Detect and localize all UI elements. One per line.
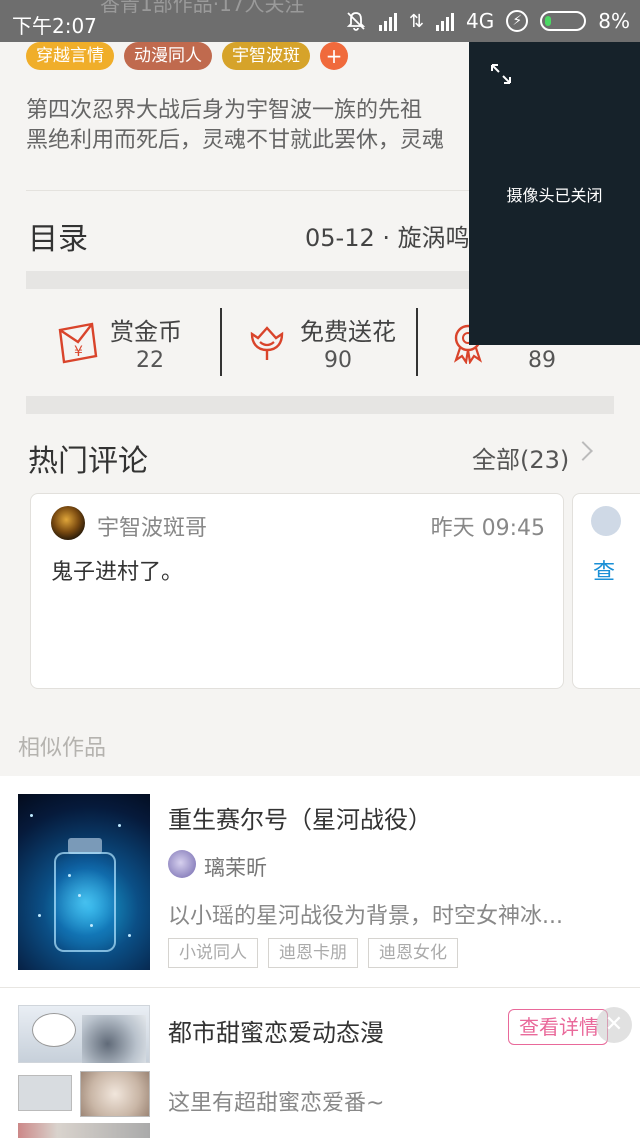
- comment-text: 鬼子进村了。: [51, 560, 184, 585]
- comment-time: 昨天 09:45: [430, 516, 545, 541]
- tag-chip[interactable]: 小说同人: [168, 938, 258, 968]
- tag-chip[interactable]: 动漫同人: [124, 42, 212, 70]
- battery-percent: 8%: [598, 9, 630, 33]
- all-comments-link[interactable]: 全部(23): [472, 440, 569, 475]
- reward-coins-button[interactable]: ¥ 赏金币 22: [54, 306, 234, 378]
- tag-chip[interactable]: 宇智波斑: [222, 42, 310, 70]
- comment-card[interactable]: 宇智波斑哥 昨天 09:45 鬼子进村了。: [30, 493, 564, 689]
- cover-star: [118, 824, 121, 827]
- status-bar: 香青1部作品·17人关注 下午2:07 ⇅ 4G ⚡ 8%: [0, 0, 640, 42]
- tag-list: 小说同人 迪恩卡朋 迪恩女化: [168, 938, 458, 968]
- stat-value: 22: [136, 348, 164, 373]
- stat-divider: [416, 308, 418, 376]
- charging-icon: ⚡: [506, 10, 529, 32]
- cover-panel: [18, 1075, 72, 1111]
- author-name[interactable]: 璃茉昕: [204, 852, 267, 882]
- tag-chip[interactable]: 穿越言情: [26, 42, 114, 70]
- add-tag-button[interactable]: +: [320, 42, 348, 70]
- stat-value: 90: [324, 348, 352, 373]
- battery-icon: [540, 11, 587, 31]
- free-flower-button[interactable]: 免费送花 90: [244, 306, 424, 378]
- red-envelope-icon: ¥: [58, 322, 98, 364]
- close-icon[interactable]: ✕: [596, 1007, 632, 1043]
- tag-list: 穿越言情 动漫同人 宇智波斑 +: [26, 42, 348, 70]
- similar-works-title: 相似作品: [18, 736, 107, 761]
- comment-card[interactable]: 查: [572, 493, 640, 689]
- avatar: [168, 850, 196, 878]
- work-title[interactable]: 都市甜蜜恋爱动态漫: [168, 1013, 384, 1048]
- stat-label: 免费送花: [300, 318, 396, 346]
- expand-icon[interactable]: [489, 62, 513, 86]
- tag-chip[interactable]: 迪恩女化: [368, 938, 458, 968]
- stat-divider: [220, 308, 222, 376]
- data-transfer-icon: ⇅: [408, 10, 425, 32]
- view-more-link[interactable]: 查: [593, 554, 615, 586]
- signal-icon: [378, 11, 397, 31]
- bell-muted-icon: [346, 12, 366, 31]
- avatar[interactable]: [51, 506, 85, 540]
- cover-star: [30, 814, 33, 817]
- header-overlap-text: 香青1部作品·17人关注: [100, 0, 305, 16]
- hot-comments-title: 热门评论: [28, 444, 148, 479]
- flower-icon: [250, 326, 284, 360]
- chevron-right-icon[interactable]: [573, 441, 593, 461]
- cover-star: [128, 934, 131, 937]
- cover-bottle: [54, 852, 116, 952]
- section-separator: [26, 396, 614, 414]
- work-summary: 以小瑶的星河战役为背景，时空女神冰...: [168, 904, 563, 929]
- list-item[interactable]: 重生赛尔号（星河战役） 璃茉昕 以小瑶的星河战役为背景，时空女神冰... 小说同…: [0, 776, 640, 988]
- svg-text:¥: ¥: [74, 344, 83, 360]
- cover-star: [68, 874, 71, 877]
- cover-panel: [80, 1071, 150, 1117]
- cover-panel: [18, 1123, 150, 1138]
- catalog-latest-chapter[interactable]: 05-12 · 旋涡鸣: [305, 218, 470, 253]
- cover-panel: [82, 1015, 146, 1063]
- camera-overlay[interactable]: 摄像头已关闭: [469, 42, 640, 345]
- network-type: 4G: [466, 9, 495, 33]
- signal-icon-2: [436, 11, 455, 31]
- list-item[interactable]: 都市甜蜜恋爱动态漫 查看详情 ✕ 这里有超甜蜜恋爱番~: [0, 989, 640, 1138]
- cover-star: [78, 894, 81, 897]
- similar-works-list: 重生赛尔号（星河战役） 璃茉昕 以小瑶的星河战役为背景，时空女神冰... 小说同…: [0, 776, 640, 1138]
- camera-status-text: 摄像头已关闭: [506, 186, 603, 205]
- cover-star: [38, 914, 41, 917]
- view-details-button[interactable]: 查看详情: [508, 1009, 608, 1045]
- work-title[interactable]: 重生赛尔号（星河战役）: [168, 800, 432, 835]
- ad-slogan: 这里有超甜蜜恋爱番~: [168, 1091, 385, 1116]
- cover-speech-bubble: [32, 1013, 76, 1047]
- tag-chip[interactable]: 迪恩卡朋: [268, 938, 358, 968]
- cover-star: [90, 924, 93, 927]
- cover-image[interactable]: [18, 1005, 150, 1138]
- avatar[interactable]: [591, 506, 621, 536]
- catalog-title[interactable]: 目录: [28, 214, 88, 258]
- status-time: 下午2:07: [12, 14, 97, 38]
- stat-label: 赏金币: [110, 318, 182, 346]
- comment-username[interactable]: 宇智波斑哥: [97, 510, 207, 542]
- status-icons: ⇅ 4G ⚡ 8%: [345, 9, 630, 33]
- cover-image[interactable]: [18, 794, 150, 970]
- stat-value: 89: [528, 348, 556, 373]
